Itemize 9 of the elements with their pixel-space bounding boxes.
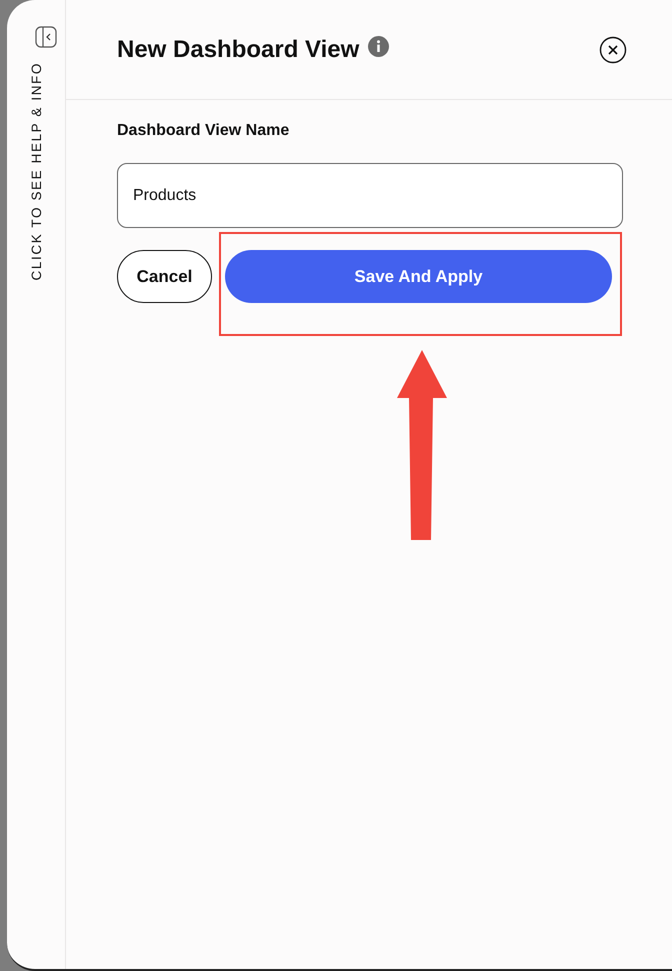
info-icon[interactable]: [368, 36, 390, 57]
cancel-button[interactable]: Cancel: [117, 250, 212, 303]
save-button[interactable]: Save And Apply: [225, 250, 612, 303]
field-label: Dashboard View Name: [117, 122, 290, 140]
collapse-icon[interactable]: [35, 26, 57, 48]
close-icon[interactable]: [599, 36, 627, 64]
help-link[interactable]: CLICK TO SEE HELP & INFO: [28, 62, 44, 280]
name-field[interactable]: Products: [117, 163, 623, 228]
dialog-title: New Dashboard View: [117, 36, 360, 64]
